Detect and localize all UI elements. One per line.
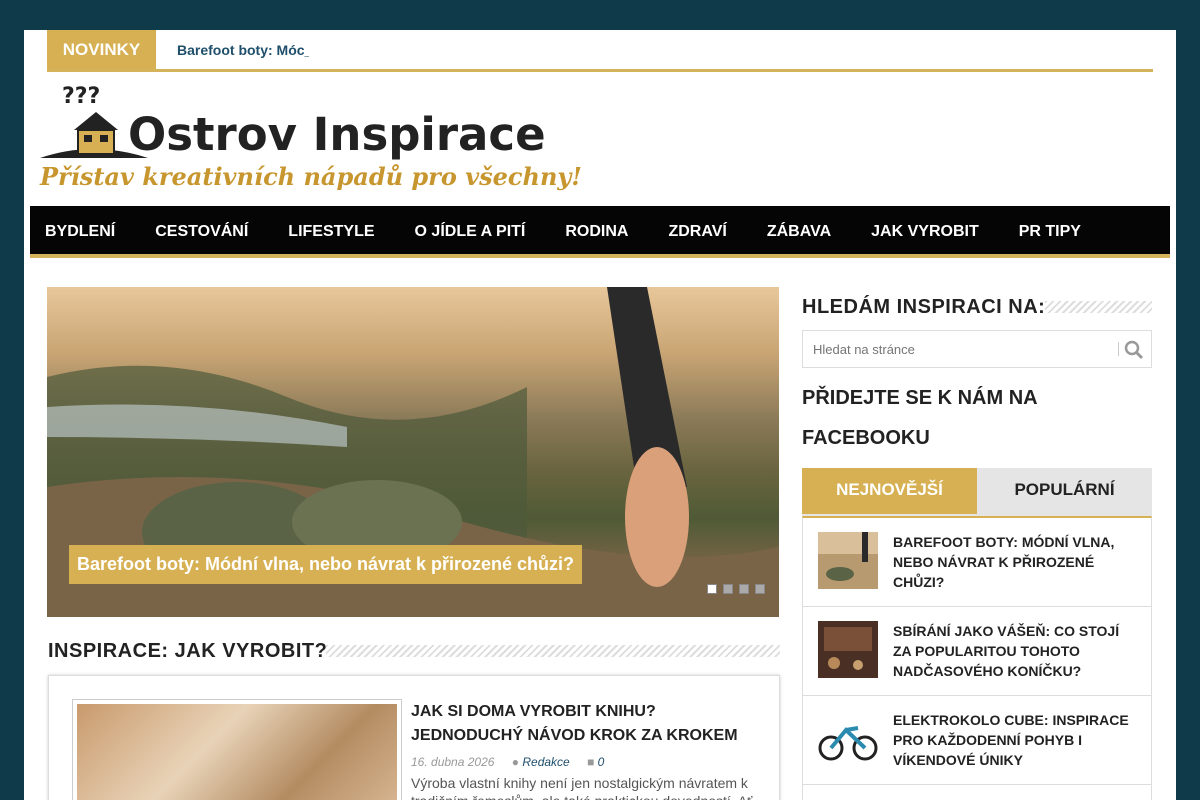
slider-dot-2[interactable]: [723, 584, 733, 594]
list-item-title[interactable]: BAREFOOT BOTY: MÓDNÍ VLNA, NEBO NÁVRAT K…: [893, 532, 1133, 592]
nav-item-rodina[interactable]: RODINA: [545, 206, 648, 257]
logo-title: Ostrov Inspirace: [128, 108, 546, 161]
article-title[interactable]: JAK SI DOMA VYROBIT KNIHU? JEDNODUCHÝ NÁ…: [411, 700, 761, 748]
svg-text:???: ???: [62, 84, 100, 109]
list-item-thumbnail[interactable]: [818, 532, 878, 589]
search-heading: HLEDÁM INSPIRACI NA:: [802, 296, 1046, 318]
sidebar-tabs: NEJNOVĚJŠÍ POPULÁRNÍ: [802, 468, 1152, 516]
section-title: INSPIRACE: JAK VYROBIT?: [48, 640, 328, 662]
search-input[interactable]: [803, 331, 1113, 367]
main-navigation: BYDLENÍ CESTOVÁNÍ LIFESTYLE O JÍDLE A PI…: [30, 206, 1170, 258]
article-thumbnail[interactable]: [72, 699, 402, 800]
list-item-thumbnail[interactable]: [818, 621, 878, 678]
list-item: SBÍRÁNÍ JAKO VÁŠEŇ: CO STOJÍ ZA POPULARI…: [803, 607, 1151, 696]
search-box: [802, 330, 1152, 368]
nav-item-o-jidle-a-piti[interactable]: O JÍDLE A PITÍ: [395, 206, 546, 257]
site-logo[interactable]: ??? Ostrov Inspirace Přístav kreativních…: [38, 78, 582, 198]
tab-popularni[interactable]: POPULÁRNÍ: [977, 468, 1152, 514]
user-icon: ●: [511, 755, 520, 769]
section-title-divider: [326, 645, 780, 657]
slider-dot-3[interactable]: [739, 584, 749, 594]
list-item-title[interactable]: SBÍRÁNÍ JAKO VÁŠEŇ: CO STOJÍ ZA POPULARI…: [893, 621, 1133, 681]
search-icon[interactable]: [1123, 339, 1145, 361]
article-comments[interactable]: 0: [598, 755, 605, 769]
slider-caption[interactable]: Barefoot boty: Módní vlna, nebo návrat k…: [69, 545, 583, 584]
slider-dot-1[interactable]: [707, 584, 717, 594]
nav-item-zabava[interactable]: ZÁBAVA: [747, 206, 851, 257]
article-excerpt: Výroba vlastní knihy není jen nostalgick…: [411, 775, 752, 800]
tab-nejnovejsi[interactable]: NEJNOVĚJŠÍ: [802, 468, 977, 514]
nav-item-pr-tipy[interactable]: PR TIPY: [999, 206, 1101, 257]
slider-dot-4[interactable]: [755, 584, 765, 594]
sidebar-tab-list: BAREFOOT BOTY: MÓDNÍ VLNA, NEBO NÁVRAT K…: [802, 516, 1152, 800]
ticker-link[interactable]: Barefoot boty: Móc_: [177, 30, 309, 69]
comment-icon: ■: [587, 755, 595, 769]
facebook-heading: PŘIDEJTE SE K NÁM NA FACEBOOKU: [802, 387, 1037, 449]
nav-item-bydleni[interactable]: BYDLENÍ: [30, 206, 135, 257]
list-item-thumbnail[interactable]: [818, 710, 878, 767]
logo-tagline: Přístav kreativních nápadů pro všechny!: [40, 162, 582, 191]
article-meta: 16. dubna 2026 ● Redakce ■ 0: [411, 755, 604, 769]
featured-slider[interactable]: Barefoot boty: Módní vlna, nebo návrat k…: [47, 287, 779, 617]
slider-dots: [701, 584, 765, 594]
article-date: 16. dubna 2026: [411, 755, 495, 769]
list-item: ELEKTROKOLO CUBE: INSPIRACE PRO KAŽDODEN…: [803, 696, 1151, 785]
search-separator: [1118, 342, 1119, 356]
list-item-title[interactable]: ELEKTROKOLO CUBE: INSPIRACE PRO KAŽDODEN…: [893, 710, 1133, 770]
nav-item-jak-vyrobit[interactable]: JAK VYROBIT: [851, 206, 999, 257]
nav-item-cestovani[interactable]: CESTOVÁNÍ: [135, 206, 268, 257]
nav-item-zdravi[interactable]: ZDRAVÍ: [648, 206, 746, 257]
list-item: BAREFOOT BOTY: MÓDNÍ VLNA, NEBO NÁVRAT K…: [803, 518, 1151, 607]
article-card: JAK SI DOMA VYROBIT KNIHU? JEDNODUCHÝ NÁ…: [48, 675, 780, 800]
nav-item-lifestyle[interactable]: LIFESTYLE: [268, 206, 394, 257]
page: NOVINKY Barefoot boty: Móc_ ??? Ostrov I…: [24, 30, 1176, 800]
article-author[interactable]: Redakce: [522, 755, 569, 769]
news-ticker: NOVINKY Barefoot boty: Móc_: [47, 30, 1153, 72]
search-heading-divider: [1045, 301, 1152, 313]
ticker-label: NOVINKY: [47, 30, 156, 69]
article-image: [77, 704, 397, 800]
